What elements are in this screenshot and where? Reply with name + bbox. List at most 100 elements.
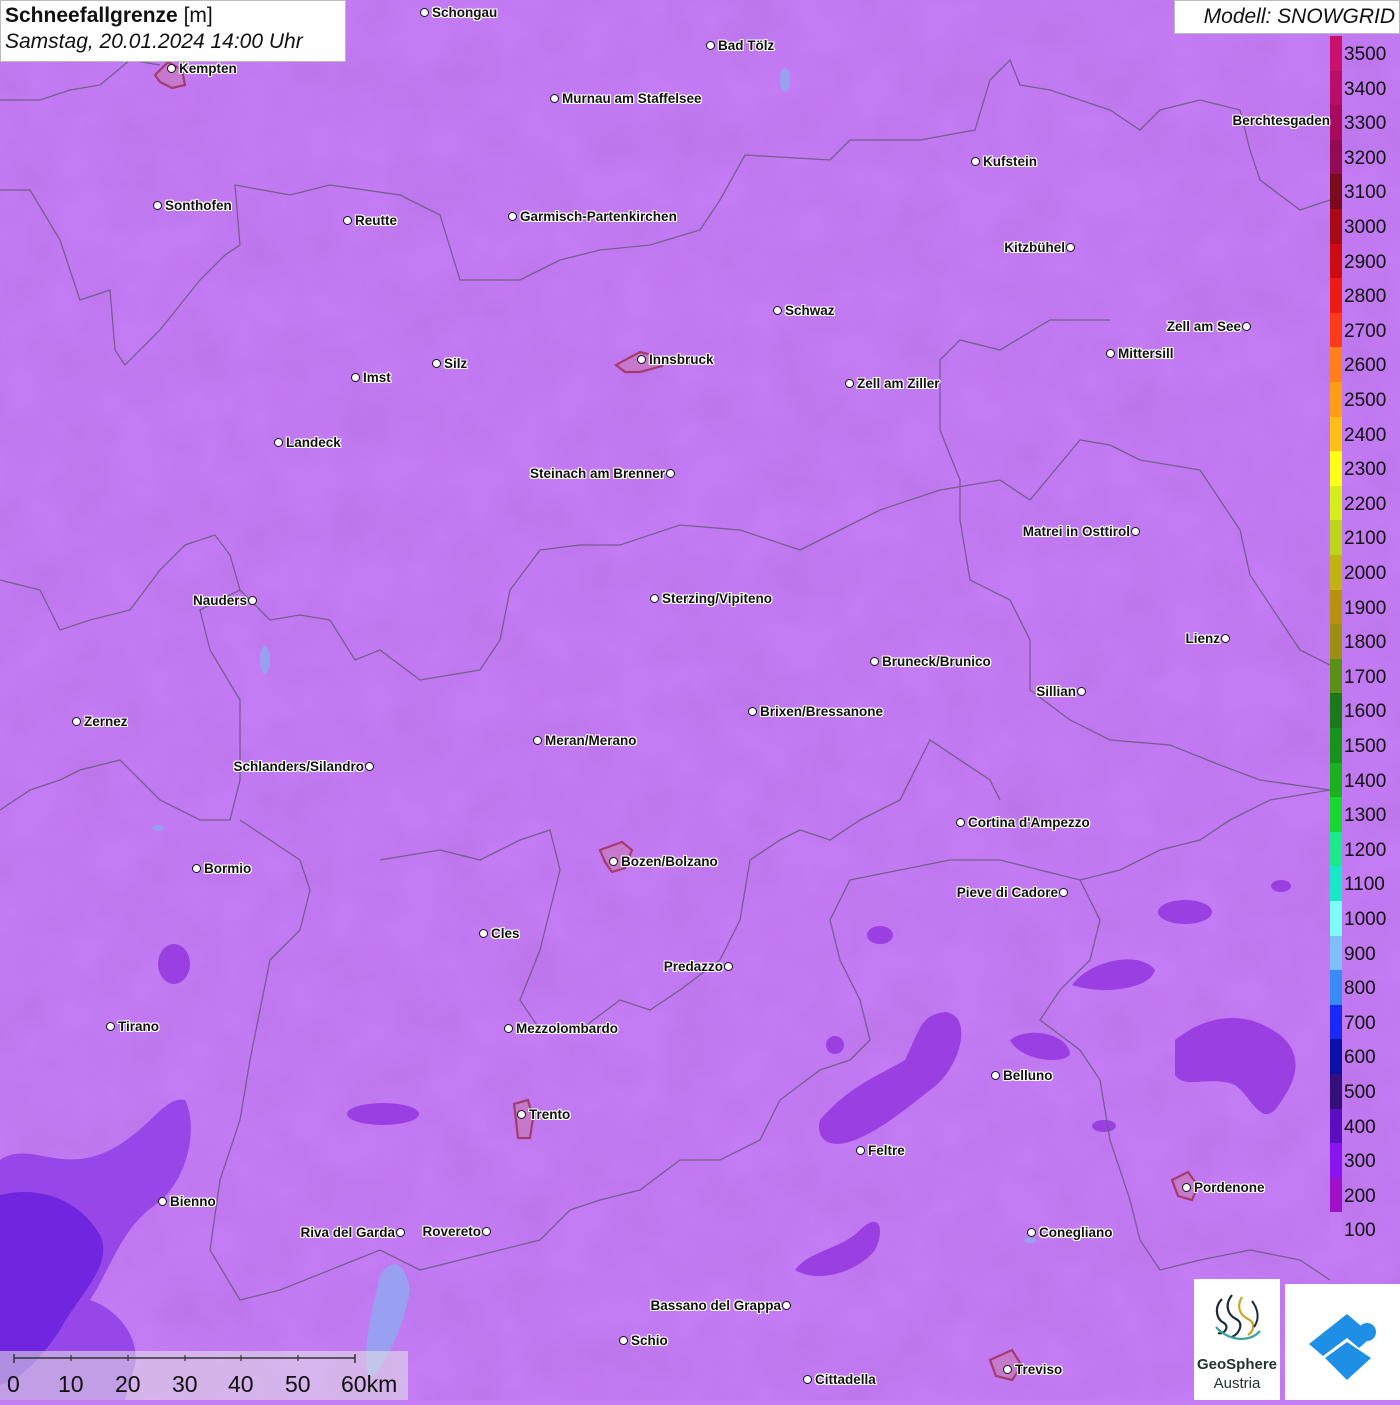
legend-row: 2000 xyxy=(1330,555,1400,590)
city-dot xyxy=(550,94,559,103)
city-label: Innsbruck xyxy=(649,352,714,367)
geosphere-logo[interactable]: GeoSphere Austria xyxy=(1194,1279,1280,1400)
lake-2 xyxy=(780,68,790,92)
legend-swatch xyxy=(1330,139,1342,175)
city-label: Kufstein xyxy=(983,154,1037,169)
legend-row: 3100 xyxy=(1330,174,1400,210)
legend-swatch xyxy=(1330,831,1342,867)
legend-label: 500 xyxy=(1344,1082,1376,1103)
map-title-unit: [m] xyxy=(183,4,213,27)
city-dot xyxy=(167,64,176,73)
legend-label: 3400 xyxy=(1344,78,1387,100)
legend-swatch xyxy=(1330,658,1342,694)
low-area-small-6 xyxy=(826,1036,844,1054)
city-dot xyxy=(192,864,201,873)
lake-3 xyxy=(260,646,270,674)
legend-row: 800 xyxy=(1330,970,1400,1006)
legend-label: 300 xyxy=(1344,1151,1376,1173)
legend-label: 1100 xyxy=(1344,874,1385,896)
legend-swatch xyxy=(1330,520,1342,556)
city-label: Conegliano xyxy=(1039,1225,1113,1240)
city-label: Rovereto xyxy=(422,1224,481,1239)
legend-label: 2200 xyxy=(1344,493,1387,515)
legend-label: 1400 xyxy=(1344,770,1387,792)
legend-swatch xyxy=(1330,1074,1342,1109)
city-label: Kitzbühel xyxy=(1004,240,1065,255)
legend-row: 300 xyxy=(1330,1143,1400,1179)
city-label: Zell am Ziller xyxy=(857,376,940,391)
city-dot xyxy=(274,438,283,447)
legend-swatch xyxy=(1330,382,1342,417)
legend-swatch xyxy=(1330,624,1342,660)
legend-label: 2300 xyxy=(1344,459,1387,481)
city-dot xyxy=(1077,687,1086,696)
legend-row: 1400 xyxy=(1330,762,1400,798)
city-dot xyxy=(1106,349,1115,358)
city-dot xyxy=(248,596,257,605)
legend-row: 2300 xyxy=(1330,451,1400,487)
legend-label: 3000 xyxy=(1344,217,1387,238)
city-dot xyxy=(1131,527,1140,536)
city-dot xyxy=(803,1375,812,1384)
city-label: Tirano xyxy=(118,1019,160,1034)
legend-swatch xyxy=(1330,347,1342,383)
city-label: Mezzolombardo xyxy=(516,1021,619,1036)
scale-label-0: 0 xyxy=(7,1371,20,1397)
city-dot xyxy=(856,1146,865,1155)
city-label: Sillian xyxy=(1036,684,1076,699)
legend-row: 1500 xyxy=(1330,728,1400,763)
legend-row: 2700 xyxy=(1330,312,1400,348)
legend-row: 1700 xyxy=(1330,658,1400,694)
legend-label: 700 xyxy=(1344,1012,1376,1034)
legend-swatch xyxy=(1330,762,1342,798)
legend-swatch xyxy=(1330,1177,1342,1213)
legend-swatch xyxy=(1330,797,1342,833)
legend-label: 1900 xyxy=(1344,597,1387,619)
legend-label: 1200 xyxy=(1344,839,1387,861)
lake-4 xyxy=(1024,1237,1036,1243)
legend-label: 1500 xyxy=(1344,736,1387,757)
legend-label: 600 xyxy=(1344,1047,1376,1069)
low-area-small-2 xyxy=(867,926,893,944)
city-label: Imst xyxy=(363,370,391,385)
city-dot xyxy=(1242,322,1251,331)
city-label: Cittadella xyxy=(815,1372,876,1387)
legend-swatch xyxy=(1330,589,1342,625)
city-label: Bruneck/Brunico xyxy=(882,654,991,669)
city-label: Murnau am Staffelsee xyxy=(562,91,702,106)
scale-label-60km: 60km xyxy=(341,1371,398,1397)
city-dot xyxy=(420,8,429,17)
city-label: Schongau xyxy=(432,5,498,20)
legend-label: 2700 xyxy=(1344,320,1387,342)
city-dot xyxy=(845,379,854,388)
legend-row: 2800 xyxy=(1330,278,1400,314)
legend-swatch xyxy=(1330,1039,1342,1075)
city-label: Nauders xyxy=(192,593,247,608)
low-area-small-5 xyxy=(1271,880,1291,892)
city-label: Meran/Merano xyxy=(545,733,637,748)
city-label: Zell am See xyxy=(1166,319,1241,334)
weather-app-logo[interactable] xyxy=(1285,1284,1400,1400)
legend-row: 100 xyxy=(1330,1212,1400,1248)
legend-swatch xyxy=(1330,243,1342,279)
app-arrow-icon xyxy=(1309,1314,1376,1380)
city-dot xyxy=(637,355,646,364)
city-label: Trento xyxy=(529,1107,571,1122)
map-title-main: Schneefallgrenze xyxy=(5,4,178,27)
title-box: Schneefallgrenze [m] Samstag, 20.01.2024… xyxy=(0,0,346,62)
city-dot xyxy=(158,1197,167,1206)
city-label: Schlanders/Silandro xyxy=(233,759,364,774)
city-dot xyxy=(432,359,441,368)
legend-swatch xyxy=(1330,174,1342,210)
city-label: Reutte xyxy=(355,213,398,228)
legend-swatch xyxy=(1330,1004,1342,1040)
city-label: Kempten xyxy=(179,61,237,76)
legend-swatch xyxy=(1330,901,1342,936)
legend-swatch xyxy=(1330,312,1342,348)
city-dot xyxy=(971,157,980,166)
legend-label: 2100 xyxy=(1344,528,1387,550)
legend-swatch xyxy=(1330,451,1342,487)
city-dot xyxy=(106,1022,115,1031)
geosphere-logo-line1: GeoSphere xyxy=(1196,1356,1278,1373)
city-label: Brixen/Bressanone xyxy=(760,704,884,719)
